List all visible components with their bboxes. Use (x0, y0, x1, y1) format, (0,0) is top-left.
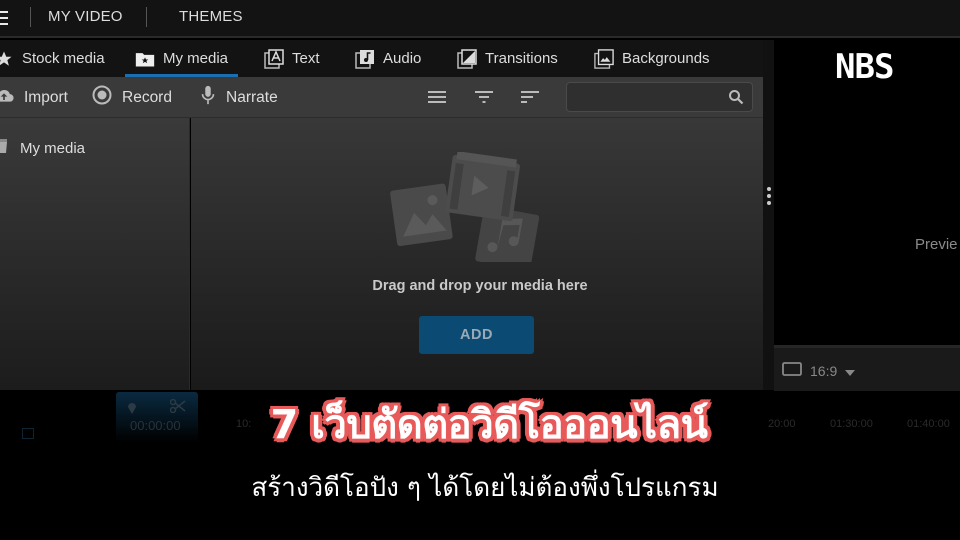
search-icon[interactable] (728, 89, 744, 110)
folder-panel: My media (0, 118, 190, 390)
media-tabs: Stock media My media Text Audio Transiti… (0, 40, 765, 77)
nbs-logo: NBS (835, 47, 894, 87)
sort-icon[interactable] (520, 89, 540, 105)
tab-transitions[interactable]: Transitions (457, 40, 558, 77)
text-layers-icon (264, 48, 284, 69)
headline: 7 เว็บตัดต่อวิดีโอออนไลน์ (270, 402, 708, 448)
caret-down-icon (845, 363, 856, 379)
hamburger-icon[interactable] (0, 11, 8, 25)
list-view-icon[interactable] (427, 89, 447, 105)
folder-icon (0, 138, 12, 158)
folder-item-my-media[interactable]: My media (0, 138, 85, 158)
star-icon (0, 49, 14, 69)
themes-link[interactable]: THEMES (179, 8, 243, 25)
media-toolbar: Import Record Narrate (0, 77, 763, 118)
record-label: Record (122, 88, 172, 106)
top-bar: MY VIDEO THEMES (0, 0, 960, 38)
record-button[interactable]: Record (92, 77, 172, 118)
cloud-upload-icon (0, 87, 14, 108)
panel-splitter[interactable] (763, 40, 774, 390)
my-video-link[interactable]: MY VIDEO (48, 8, 123, 25)
divider (30, 7, 31, 27)
transition-layers-icon (457, 48, 477, 69)
tab-label: Audio (383, 50, 422, 67)
import-label: Import (24, 88, 68, 106)
image-layers-icon (594, 48, 614, 69)
tab-backgrounds[interactable]: Backgrounds (594, 40, 710, 77)
filter-icon[interactable] (474, 89, 494, 105)
tab-stock-media[interactable]: Stock media (0, 40, 105, 77)
tab-my-media[interactable]: My media (124, 40, 239, 77)
folder-star-icon (135, 49, 155, 69)
narrate-button[interactable]: Narrate (200, 77, 278, 118)
tab-label: Transitions (485, 50, 558, 67)
narrate-label: Narrate (226, 88, 278, 106)
folder-label: My media (20, 139, 86, 157)
microphone-icon (200, 85, 216, 110)
tab-label: Backgrounds (622, 50, 710, 67)
screen-icon (782, 362, 802, 379)
divider (146, 7, 147, 27)
tab-label: Text (292, 50, 320, 67)
import-button[interactable]: Import (0, 77, 68, 118)
search-box (566, 82, 753, 112)
preview-placeholder: Previe (915, 236, 958, 253)
subheadline: สร้างวิดีโอปัง ๆ ได้โดยไม่ต้องพึ่งโปรแกร… (251, 473, 719, 503)
tab-label: My media (163, 50, 229, 67)
music-layers-icon (355, 49, 375, 69)
aspect-ratio-dropdown[interactable]: 16:9 (782, 362, 856, 379)
aspect-ratio-value: 16:9 (810, 362, 838, 379)
search-input[interactable] (567, 83, 717, 111)
record-icon (92, 85, 112, 110)
drag-handle-icon[interactable] (767, 187, 771, 205)
tab-audio[interactable]: Audio (355, 40, 421, 77)
media-placeholder-icon (390, 152, 540, 262)
tab-text[interactable]: Text (264, 40, 320, 77)
tab-label: Stock media (22, 50, 105, 67)
add-media-button[interactable]: ADD (419, 316, 534, 354)
